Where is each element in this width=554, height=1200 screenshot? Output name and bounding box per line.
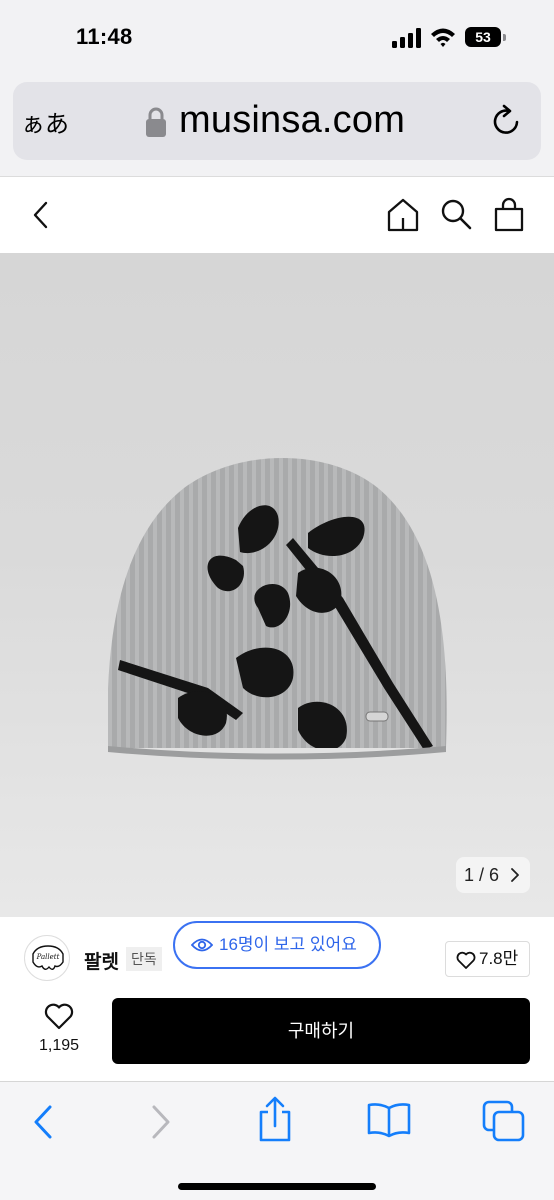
- wifi-icon: [431, 28, 455, 47]
- address-bar[interactable]: ぁあ musinsa.com: [13, 82, 541, 160]
- brand-logo[interactable]: Pallett: [24, 935, 70, 981]
- brand-row: Pallett 팔렛 단독 16명이 보고 있어요 7.8만: [0, 917, 554, 997]
- battery-icon: 53: [465, 27, 507, 47]
- viewers-pill: 16명이 보고 있어요: [173, 921, 381, 969]
- viewers-text: 16명이 보고 있어요: [219, 935, 357, 954]
- status-time: 11:48: [76, 24, 133, 49]
- home-icon[interactable]: [386, 197, 420, 233]
- wishlist-heart-icon[interactable]: [44, 1002, 74, 1030]
- wishlist-count: 1,195: [38, 1037, 80, 1054]
- beanie-product-photo: [108, 458, 447, 760]
- site-header: [0, 176, 554, 253]
- battery-level: 53: [475, 29, 491, 45]
- brand-like-button[interactable]: 7.8만: [445, 941, 530, 977]
- product-image[interactable]: 1 / 6: [0, 253, 554, 917]
- status-bar: 11:48 53: [0, 0, 554, 78]
- brand-logo-text: Pallett: [36, 953, 60, 961]
- text-size-button[interactable]: ぁあ: [21, 104, 69, 139]
- bookmarks-icon[interactable]: [366, 1102, 412, 1138]
- eye-icon: [191, 938, 213, 952]
- browser-toolbar: [0, 1081, 554, 1200]
- brand-name[interactable]: 팔렛: [84, 947, 119, 974]
- brand-logo-mark: Pallett: [32, 945, 64, 970]
- browser-address-area: ぁあ musinsa.com: [0, 78, 554, 176]
- image-counter[interactable]: 1 / 6: [456, 857, 530, 893]
- chevron-right-icon: [511, 868, 519, 882]
- lock-icon: [146, 107, 166, 137]
- buy-button[interactable]: 구매하기: [112, 998, 530, 1064]
- url-text[interactable]: musinsa.com: [179, 99, 405, 142]
- exclusive-badge: 단독: [126, 947, 162, 971]
- purchase-action-row: 1,195 구매하기: [0, 997, 554, 1081]
- share-icon[interactable]: [256, 1096, 294, 1142]
- heart-icon: [456, 951, 476, 969]
- bag-icon[interactable]: [494, 196, 524, 232]
- browser-forward-icon[interactable]: [150, 1104, 172, 1140]
- brand-like-count: 7.8만: [479, 949, 519, 968]
- search-icon[interactable]: [440, 197, 472, 231]
- back-icon[interactable]: [30, 199, 52, 231]
- image-counter-text: 1 / 6: [464, 865, 500, 885]
- home-indicator: [178, 1183, 376, 1190]
- browser-back-icon[interactable]: [32, 1104, 54, 1140]
- reload-icon[interactable]: [491, 104, 523, 138]
- signal-icon: [392, 28, 421, 48]
- tabs-icon[interactable]: [482, 1100, 526, 1142]
